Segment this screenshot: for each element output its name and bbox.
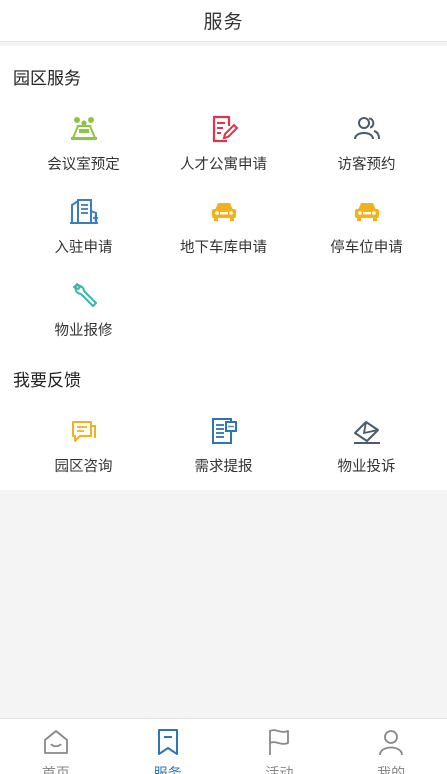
underground-garage-application-item[interactable]: 地下车库申请	[149, 197, 298, 267]
item-label: 需求提报	[194, 459, 253, 475]
complaint-envelope-icon	[352, 416, 382, 446]
tab-label: 首页	[41, 766, 70, 774]
car-icon	[209, 197, 239, 227]
wrench-icon	[69, 280, 99, 310]
section-title-feedback: 我要反馈	[13, 371, 81, 391]
property-complaint-item[interactable]: 物业投诉	[292, 416, 441, 486]
item-label: 入驻申请	[54, 240, 113, 256]
building-icon	[69, 197, 99, 227]
services-panel: 园区服务 会议室预定 人才公寓申请 访客预约 入驻申请 地下车库申请 停车位申请…	[0, 46, 447, 490]
tab-label: 活动	[265, 766, 294, 774]
visitor-appointment-item[interactable]: 访客预约	[292, 114, 441, 184]
meeting-room-booking-item[interactable]: 会议室预定	[9, 114, 158, 184]
section-title-park-services: 园区服务	[13, 69, 81, 89]
tab-mine[interactable]: 我的	[335, 719, 447, 774]
chat-bubble-icon	[69, 416, 99, 446]
page-title: 服务	[203, 11, 244, 33]
car-icon	[352, 197, 382, 227]
tab-activities[interactable]: 活动	[224, 719, 336, 774]
bottom-tab-bar: 首页 服务 活动 我的	[0, 718, 447, 774]
header-bar: 服务	[0, 0, 447, 42]
item-label: 物业投诉	[337, 459, 396, 475]
item-label: 物业报修	[54, 323, 113, 339]
talent-apartment-application-item[interactable]: 人才公寓申请	[149, 114, 298, 184]
report-document-icon	[209, 416, 239, 446]
item-label: 人才公寓申请	[180, 157, 267, 173]
item-label: 地下车库申请	[180, 240, 267, 256]
tab-services[interactable]: 服务	[112, 719, 224, 774]
meeting-room-icon	[69, 114, 99, 144]
property-repair-item[interactable]: 物业报修	[9, 280, 158, 350]
demand-report-item[interactable]: 需求提报	[149, 416, 298, 486]
park-consultation-item[interactable]: 园区咨询	[9, 416, 158, 486]
parking-space-application-item[interactable]: 停车位申请	[292, 197, 441, 267]
bookmark-icon	[153, 727, 183, 757]
flag-icon	[264, 727, 294, 757]
item-label: 园区咨询	[54, 459, 113, 475]
visitors-icon	[352, 114, 382, 144]
home-icon	[41, 727, 71, 757]
tab-home[interactable]: 首页	[0, 719, 112, 774]
item-label: 访客预约	[337, 157, 396, 173]
tab-label: 我的	[377, 766, 406, 774]
tab-label: 服务	[153, 766, 182, 774]
edit-document-icon	[209, 114, 239, 144]
user-icon	[376, 727, 406, 757]
item-label: 会议室预定	[47, 157, 120, 173]
item-label: 停车位申请	[330, 240, 403, 256]
settle-in-application-item[interactable]: 入驻申请	[9, 197, 158, 267]
